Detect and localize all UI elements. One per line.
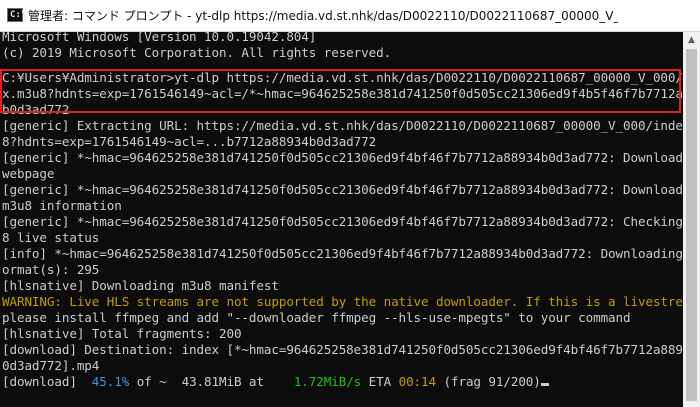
command-prompt-icon[interactable]: C:\: [7, 8, 27, 22]
console-line: [download] Destination: index [*~hmac=96…: [2, 342, 683, 357]
command-line: b0d3ad772: [2, 102, 70, 117]
console-line: 0d3ad772].mp4: [2, 358, 100, 373]
prompt-glyph: C:\: [10, 10, 27, 20]
progress-eta-label: ETA: [361, 374, 399, 389]
console-line: [generic] *~hmac=964625258e381d741250f0d…: [2, 214, 683, 229]
progress-of: of ~: [129, 374, 182, 389]
console-line: [hlsnative] Total fragments: 200: [2, 326, 242, 341]
vertical-scrollbar[interactable]: ▲: [683, 32, 700, 407]
window-title: 管理者: コマンド プロンプト - yt-dlp https://media.v…: [28, 9, 618, 23]
download-progress-line: [download] 45.1% of ~ 43.81MiB at 1.72Mi…: [2, 374, 549, 390]
console-line: [generic] *~hmac=964625258e381d741250f0d…: [2, 182, 683, 197]
console-line: please install ffmpeg and add "--downloa…: [2, 310, 631, 325]
progress-speed: 1.72MiB/s: [293, 374, 362, 389]
progress-at: at: [241, 374, 294, 389]
console-line: (c) 2019 Microsoft Corporation. All righ…: [2, 45, 392, 60]
text-cursor: [540, 383, 549, 386]
console-line: m3u8 information: [2, 198, 122, 213]
command-line: C:¥Users¥Administrator>yt-dlp https://me…: [2, 70, 683, 85]
progress-size: 43.81MiB: [181, 374, 242, 389]
scrollbar-thumb[interactable]: [686, 49, 697, 401]
command-line: x.m3u8?hdnts=exp=1761546149~acl=/*~hmac=…: [2, 86, 683, 101]
console-line: [generic] Extracting URL: https://media.…: [2, 118, 683, 133]
console-line: Microsoft Windows [Version 10.0.19042.80…: [2, 32, 317, 44]
progress-eta: 00:14: [398, 374, 437, 389]
console-line: webpage: [2, 166, 55, 181]
progress-frag: (frag 91/200): [436, 374, 541, 389]
warning-line: WARNING: Live HLS streams are not suppor…: [2, 294, 683, 309]
progress-percent: 45.1%: [91, 374, 130, 389]
console-line: [info] *~hmac=964625258e381d741250f0d505…: [2, 246, 683, 261]
console-line: 8?hdnts=exp=1761546149~acl=...b7712a8893…: [2, 134, 377, 149]
scroll-up-arrow-icon[interactable]: ▲: [683, 32, 700, 49]
console-line: ormat(s): 295: [2, 262, 100, 277]
console-output[interactable]: Microsoft Windows [Version 10.0.19042.80…: [0, 32, 683, 407]
console-line: [generic] *~hmac=964625258e381d741250f0d…: [2, 150, 683, 165]
console-line: [hlsnative] Downloading m3u8 manifest: [2, 278, 279, 293]
progress-prefix: [download]: [2, 374, 92, 389]
title-bar[interactable]: C:\ 管理者: コマンド プロンプト - yt-dlp https://med…: [0, 0, 700, 32]
console-line: 8 live status: [2, 230, 100, 245]
